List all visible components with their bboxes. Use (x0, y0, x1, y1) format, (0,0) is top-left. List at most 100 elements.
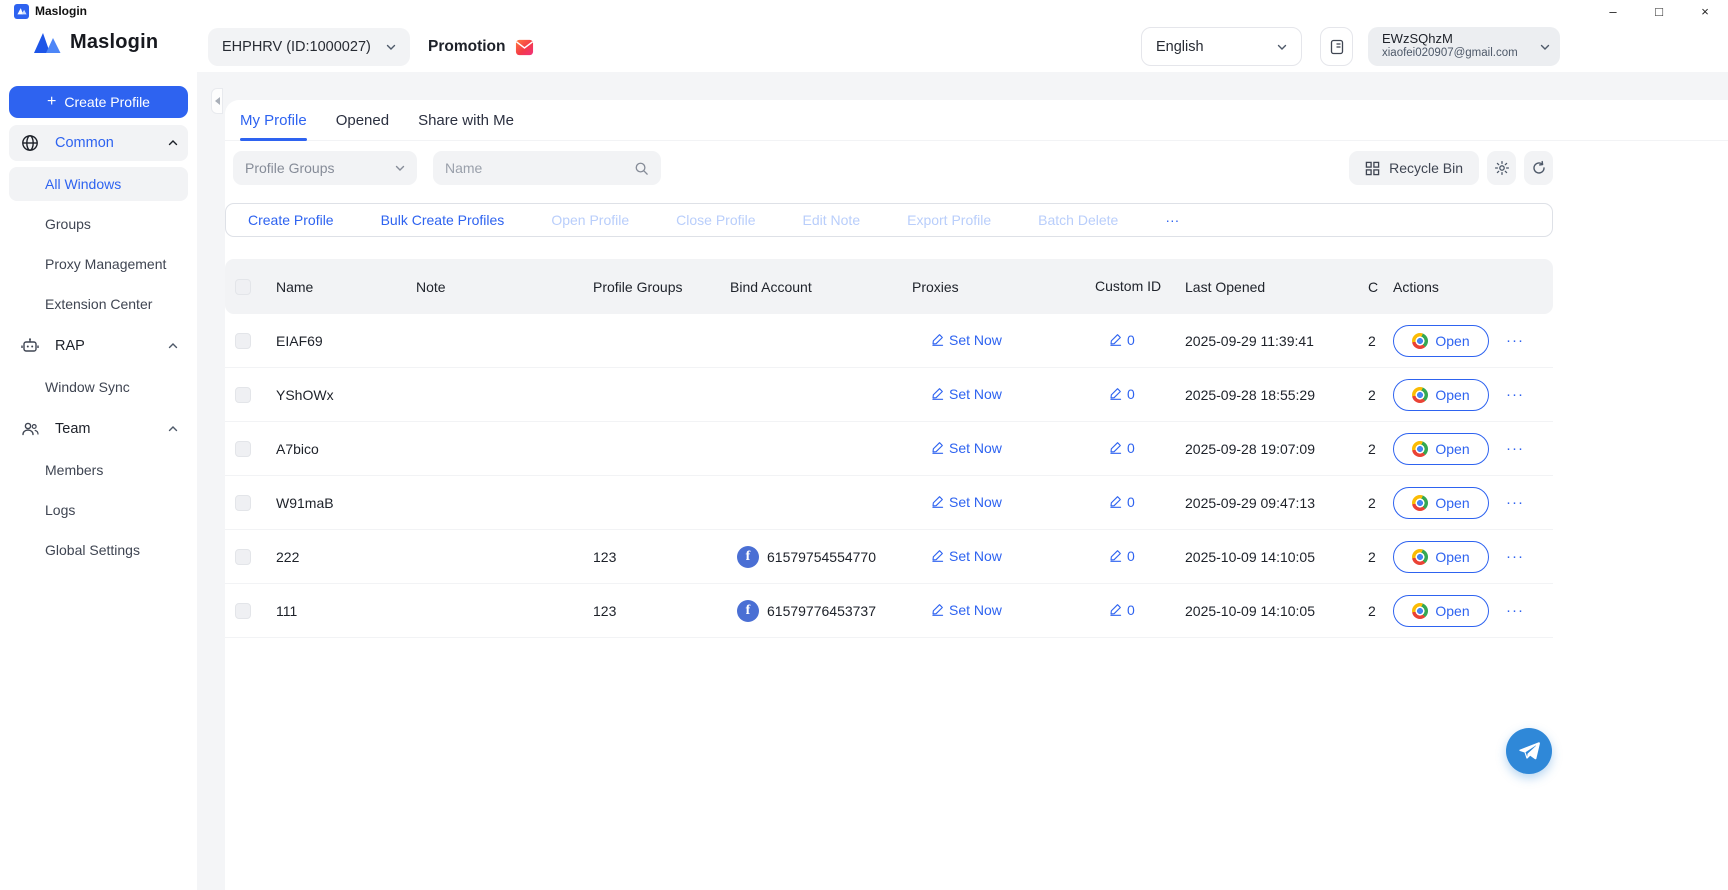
row-checkbox[interactable] (235, 603, 251, 619)
gear-icon (1494, 160, 1510, 176)
toolbar-action-create-profile[interactable]: Create Profile (248, 212, 334, 228)
open-profile-button[interactable]: Open (1393, 379, 1489, 411)
edit-pencil-icon (931, 603, 944, 616)
row-checkbox[interactable] (235, 387, 251, 403)
toolbar-action-[interactable]: ··· (1165, 212, 1179, 228)
open-profile-button[interactable]: Open (1393, 433, 1489, 465)
row-more-menu[interactable]: ··· (1506, 386, 1524, 403)
set-proxy-link[interactable]: Set Now (931, 548, 1002, 564)
custom-id-edit-link[interactable]: 0 (1109, 602, 1135, 618)
chevron-down-icon (1540, 42, 1550, 52)
last-opened-time: 2025-10-09 14:10:05 (1170, 603, 1355, 619)
refresh-button[interactable] (1524, 151, 1553, 185)
sidebar: + Create Profile Common All Windows Groups… (0, 72, 197, 890)
sidebar-item-members[interactable]: Members (9, 453, 188, 487)
settings-button[interactable] (1487, 151, 1516, 185)
user-account-menu[interactable]: EWzSQhzM xiaofei020907@gmail.com (1368, 27, 1560, 66)
row-checkbox[interactable] (235, 441, 251, 457)
custom-id-edit-link[interactable]: 0 (1109, 494, 1135, 510)
sidebar-item-logs[interactable]: Logs (9, 493, 188, 527)
facebook-icon: f (737, 600, 759, 622)
row-more-menu[interactable]: ··· (1506, 332, 1524, 349)
sidebar-section-label: Common (55, 135, 114, 151)
window-title: Maslogin (35, 4, 87, 18)
sidebar-section-common[interactable]: Common (9, 125, 188, 161)
sidebar-item-groups[interactable]: Groups (9, 207, 188, 241)
row-more-menu[interactable]: ··· (1506, 548, 1524, 565)
sidebar-section-team[interactable]: Team (9, 411, 188, 447)
col-name: Name (261, 279, 401, 295)
team-selector[interactable]: EHPHRV (ID:1000027) (208, 28, 410, 66)
edit-pencil-icon (931, 333, 944, 346)
sidebar-item-all-windows[interactable]: All Windows (9, 167, 188, 201)
created-time-clipped: 2 (1355, 333, 1378, 349)
row-checkbox[interactable] (235, 549, 251, 565)
search-icon[interactable] (634, 161, 649, 176)
edit-pencil-icon (1109, 387, 1122, 400)
sidebar-collapse-handle[interactable] (211, 88, 223, 114)
custom-id-value: 0 (1127, 548, 1135, 564)
select-all-checkbox[interactable] (235, 279, 251, 295)
row-checkbox[interactable] (235, 495, 251, 511)
maximize-button[interactable]: □ (1636, 0, 1682, 22)
tab-my-profile[interactable]: My Profile (240, 100, 307, 140)
toolbar-action-bulk-create-profiles[interactable]: Bulk Create Profiles (381, 212, 505, 228)
chrome-icon (1412, 387, 1428, 403)
plus-icon: + (47, 94, 56, 110)
close-button[interactable]: × (1682, 0, 1728, 22)
sidebar-item-extension-center[interactable]: Extension Center (9, 287, 188, 321)
profile-groups-select[interactable]: Profile Groups (233, 151, 417, 185)
edit-pencil-icon (931, 441, 944, 454)
create-profile-button[interactable]: + Create Profile (9, 86, 188, 118)
chrome-icon (1412, 333, 1428, 349)
filter-row: Profile Groups (225, 151, 1553, 185)
open-profile-button[interactable]: Open (1393, 487, 1489, 519)
sidebar-item-global-settings[interactable]: Global Settings (9, 533, 188, 567)
sidebar-item-proxy-management[interactable]: Proxy Management (9, 247, 188, 281)
bind-account: f 61579754554770 (715, 546, 897, 568)
open-profile-button[interactable]: Open (1393, 595, 1489, 627)
edit-pencil-icon (1109, 549, 1122, 562)
row-more-menu[interactable]: ··· (1506, 602, 1524, 619)
custom-id-edit-link[interactable]: 0 (1109, 332, 1135, 348)
docs-button[interactable] (1320, 27, 1353, 66)
set-proxy-link[interactable]: Set Now (931, 494, 1002, 510)
created-time-clipped: 2 (1355, 495, 1378, 511)
chrome-icon (1412, 603, 1428, 619)
edit-pencil-icon (931, 495, 944, 508)
chevron-up-icon (168, 341, 178, 351)
chrome-icon (1412, 495, 1428, 511)
set-proxy-link[interactable]: Set Now (931, 440, 1002, 456)
open-profile-button[interactable]: Open (1393, 541, 1489, 573)
telegram-fab[interactable] (1506, 728, 1552, 774)
tab-opened[interactable]: Opened (336, 100, 389, 140)
minimize-button[interactable]: – (1590, 0, 1636, 22)
promotion-link[interactable]: Promotion (428, 28, 534, 66)
row-checkbox[interactable] (235, 333, 251, 349)
open-profile-button[interactable]: Open (1393, 325, 1489, 357)
row-more-menu[interactable]: ··· (1506, 494, 1524, 511)
sidebar-item-window-sync[interactable]: Window Sync (9, 370, 188, 404)
maslogin-logo-icon (33, 30, 63, 54)
set-proxy-link[interactable]: Set Now (931, 602, 1002, 618)
sidebar-section-rap[interactable]: RAP (9, 328, 188, 364)
name-search-input[interactable] (445, 160, 634, 176)
row-more-menu[interactable]: ··· (1506, 440, 1524, 457)
custom-id-edit-link[interactable]: 0 (1109, 548, 1135, 564)
created-time-clipped: 2 (1355, 603, 1378, 619)
set-proxy-link[interactable]: Set Now (931, 386, 1002, 402)
edit-pencil-icon (931, 549, 944, 562)
toolbar-action-close-profile: Close Profile (676, 212, 755, 228)
custom-id-edit-link[interactable]: 0 (1109, 440, 1135, 456)
edit-pencil-icon (1109, 603, 1122, 616)
custom-id-edit-link[interactable]: 0 (1109, 386, 1135, 402)
facebook-icon: f (737, 546, 759, 568)
language-selector[interactable]: English (1141, 27, 1302, 66)
promotion-label: Promotion (428, 38, 506, 56)
set-proxy-link[interactable]: Set Now (931, 332, 1002, 348)
app-header: Maslogin EHPHRV (ID:1000027) Promotion E… (0, 22, 1728, 72)
main-panel: My Profile Opened Share with Me Profile Gr… (225, 100, 1728, 890)
created-time-clipped: 2 (1355, 441, 1378, 457)
tab-share-with-me[interactable]: Share with Me (418, 100, 514, 140)
recycle-bin-button[interactable]: Recycle Bin (1349, 151, 1479, 185)
